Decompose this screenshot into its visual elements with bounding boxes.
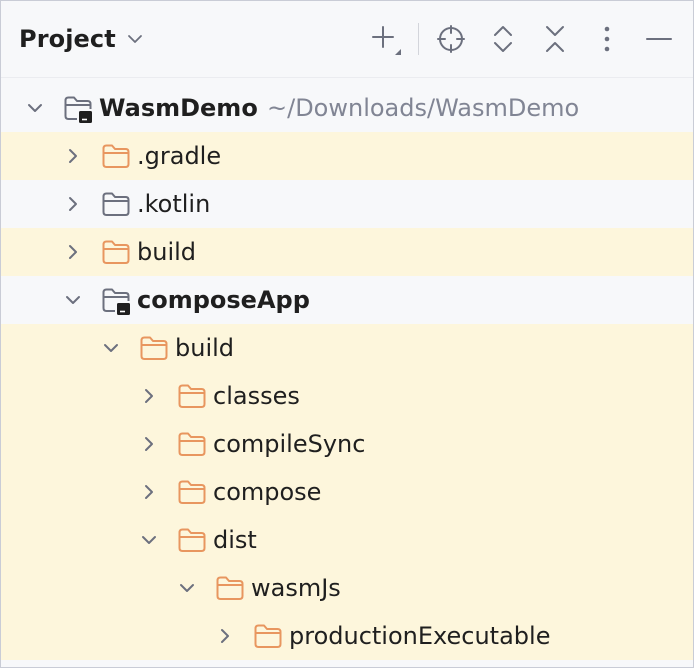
project-path: ~/Downloads/WasmDemo xyxy=(267,94,580,122)
chevron-down-icon[interactable] xyxy=(175,576,199,600)
tree-node-label: dist xyxy=(213,526,257,554)
tool-window-header: Project xyxy=(1,1,693,77)
folder-orange-icon xyxy=(177,478,207,506)
header-divider xyxy=(1,77,693,78)
chevron-right-icon[interactable] xyxy=(137,384,161,408)
hide-button[interactable] xyxy=(639,19,679,59)
collapse-all-icon xyxy=(541,23,569,55)
tree-node-classes[interactable]: classes xyxy=(1,372,693,420)
expand-all-icon xyxy=(489,23,517,55)
tree-node-dist[interactable]: dist xyxy=(1,516,693,564)
folder-orange-icon xyxy=(177,526,207,554)
tree-node-gradle[interactable]: .gradle xyxy=(1,132,693,180)
tree-node-label: productionExecutable xyxy=(289,622,551,650)
expand-all-button[interactable] xyxy=(483,19,523,59)
folder-orange-icon xyxy=(139,334,169,362)
project-tool-window: Project WasmDemo ~/Downloads/WasmDemo .g… xyxy=(0,0,694,668)
tree-node-compose[interactable]: compose xyxy=(1,468,693,516)
chevron-right-icon[interactable] xyxy=(137,432,161,456)
folder-orange-icon xyxy=(101,238,131,266)
add-button[interactable] xyxy=(365,19,405,59)
tree-node-build[interactable]: build xyxy=(1,324,693,372)
tree-node-wasmdemo[interactable]: WasmDemo ~/Downloads/WasmDemo xyxy=(1,84,693,132)
locate-file-button[interactable] xyxy=(431,19,471,59)
toolbar-separator xyxy=(418,23,419,55)
tree-node-kotlin[interactable]: .kotlin xyxy=(1,180,693,228)
folder-gray-icon xyxy=(101,190,131,218)
tree-node-build[interactable]: build xyxy=(1,228,693,276)
tree-node-label: compose xyxy=(213,478,322,506)
tree-node-label: WasmDemo xyxy=(99,94,258,122)
folder-orange-icon xyxy=(101,142,131,170)
tree-node-label: build xyxy=(137,238,197,266)
tree-node-wasmjs[interactable]: wasmJs xyxy=(1,564,693,612)
tree-node-label: compileSync xyxy=(213,430,366,458)
folder-orange-icon xyxy=(215,574,245,602)
folder-orange-icon xyxy=(177,382,207,410)
add-icon xyxy=(368,22,402,56)
chevron-right-icon[interactable] xyxy=(61,144,85,168)
project-tree: WasmDemo ~/Downloads/WasmDemo .gradle .kotl… xyxy=(1,84,693,660)
chevron-right-icon[interactable] xyxy=(61,192,85,216)
folder-orange-icon xyxy=(253,622,283,650)
chevron-right-icon[interactable] xyxy=(213,624,237,648)
chevron-down-icon[interactable] xyxy=(99,336,123,360)
tree-node-productionexecutable[interactable]: productionExecutable xyxy=(1,612,693,660)
module-icon xyxy=(101,286,131,315)
chevron-right-icon[interactable] xyxy=(61,240,85,264)
tool-window-toolbar xyxy=(1,19,693,59)
tree-node-label: .gradle xyxy=(137,142,222,170)
tree-node-label: .kotlin xyxy=(137,190,211,218)
chevron-down-icon[interactable] xyxy=(137,528,161,552)
tree-node-composeapp[interactable]: composeApp xyxy=(1,276,693,324)
folder-orange-icon xyxy=(177,430,207,458)
more-options-icon xyxy=(602,24,612,54)
chevron-down-icon[interactable] xyxy=(23,96,47,120)
tree-node-compilesync[interactable]: compileSync xyxy=(1,420,693,468)
tree-node-label: wasmJs xyxy=(251,574,341,602)
hide-icon xyxy=(645,34,673,44)
locate-icon xyxy=(435,23,467,55)
chevron-down-icon[interactable] xyxy=(61,288,85,312)
options-button[interactable] xyxy=(587,19,627,59)
tree-node-label: classes xyxy=(213,382,300,410)
tree-node-label: build xyxy=(175,334,235,362)
module-icon xyxy=(63,94,93,123)
tree-node-label: composeApp xyxy=(137,286,310,314)
chevron-right-icon[interactable] xyxy=(137,480,161,504)
collapse-all-button[interactable] xyxy=(535,19,575,59)
